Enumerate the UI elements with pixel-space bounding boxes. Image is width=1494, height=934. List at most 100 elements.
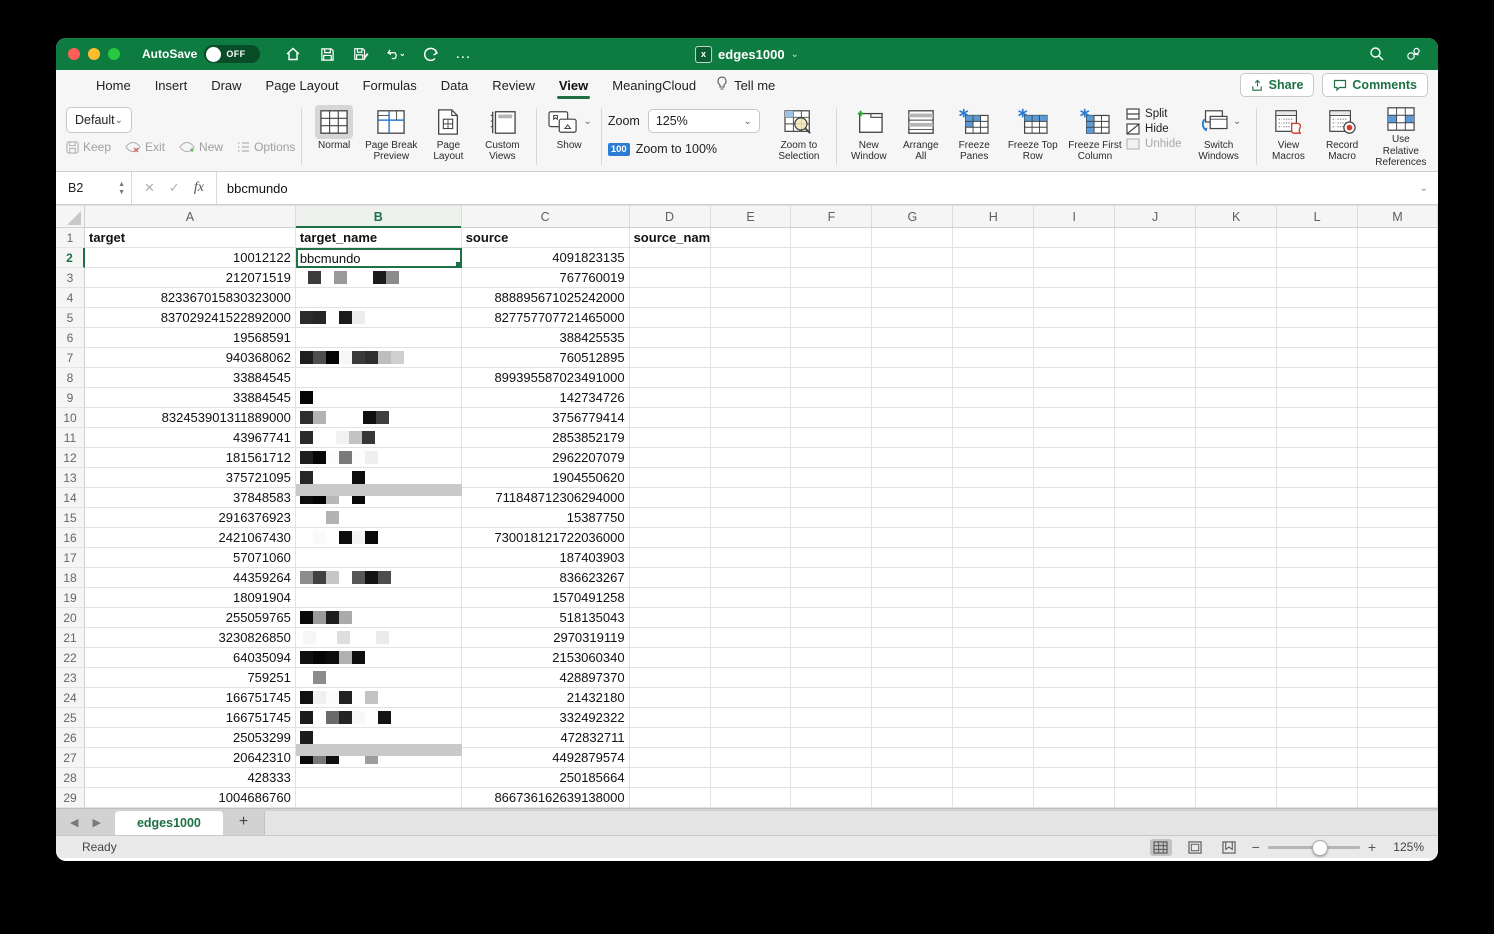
- cell-L1[interactable]: [1277, 228, 1358, 248]
- sheet-nav-left-icon[interactable]: ◀: [70, 816, 78, 829]
- cell-E12[interactable]: [711, 448, 792, 468]
- cell-H19[interactable]: [953, 588, 1034, 608]
- cell-E25[interactable]: [711, 708, 792, 728]
- cell-A12[interactable]: 181561712: [85, 448, 296, 468]
- cell-I14[interactable]: [1034, 488, 1115, 508]
- cell-E22[interactable]: [711, 648, 792, 668]
- undo-icon[interactable]: [386, 45, 404, 63]
- cell-A5[interactable]: 837029241522892000: [85, 308, 296, 328]
- cell-F8[interactable]: [791, 368, 872, 388]
- cell-J2[interactable]: [1115, 248, 1196, 268]
- ribbon-tab-view[interactable]: View: [547, 70, 600, 100]
- cancel-entry-icon[interactable]: ✕: [144, 180, 155, 196]
- minimize-window-button[interactable]: [88, 48, 100, 60]
- row-header-19[interactable]: 19: [56, 588, 85, 608]
- cell-I21[interactable]: [1034, 628, 1115, 648]
- cell-J13[interactable]: [1115, 468, 1196, 488]
- cell-M27[interactable]: [1358, 748, 1438, 768]
- cell-C23[interactable]: 428897370: [462, 668, 630, 688]
- cell-C20[interactable]: 518135043: [462, 608, 630, 628]
- ribbon-tab-insert[interactable]: Insert: [143, 70, 200, 100]
- cell-G24[interactable]: [872, 688, 953, 708]
- cell-D4[interactable]: [630, 288, 711, 308]
- cell-A23[interactable]: 759251: [85, 668, 296, 688]
- cell-A19[interactable]: 18091904: [85, 588, 296, 608]
- row-header-27[interactable]: 27: [56, 748, 85, 768]
- cell-L29[interactable]: [1277, 788, 1358, 808]
- row-header-1[interactable]: 1: [56, 228, 85, 248]
- cell-I27[interactable]: [1034, 748, 1115, 768]
- column-header-E[interactable]: E: [711, 206, 792, 227]
- cell-M5[interactable]: [1358, 308, 1438, 328]
- row-header-28[interactable]: 28: [56, 768, 85, 788]
- row-header-16[interactable]: 16: [56, 528, 85, 548]
- cell-G6[interactable]: [872, 328, 953, 348]
- show-dropdown-button[interactable]: ⌄ Show: [543, 104, 595, 169]
- column-header-K[interactable]: K: [1196, 206, 1277, 227]
- cell-C4[interactable]: 888895671025242000: [462, 288, 630, 308]
- cell-F14[interactable]: [791, 488, 872, 508]
- column-header-J[interactable]: J: [1115, 206, 1196, 227]
- cell-F17[interactable]: [791, 548, 872, 568]
- cell-C17[interactable]: 187403903: [462, 548, 630, 568]
- cell-C12[interactable]: 2962207079: [462, 448, 630, 468]
- cell-G28[interactable]: [872, 768, 953, 788]
- cell-B1[interactable]: target_name: [296, 228, 462, 248]
- cell-H3[interactable]: [953, 268, 1034, 288]
- cell-K19[interactable]: [1196, 588, 1277, 608]
- add-sheet-button[interactable]: +: [223, 809, 264, 835]
- cell-J14[interactable]: [1115, 488, 1196, 508]
- column-header-D[interactable]: D: [630, 206, 711, 227]
- cell-K15[interactable]: [1196, 508, 1277, 528]
- row-header-22[interactable]: 22: [56, 648, 85, 668]
- cell-E2[interactable]: [711, 248, 792, 268]
- cell-C28[interactable]: 250185664: [462, 768, 630, 788]
- cell-H15[interactable]: [953, 508, 1034, 528]
- cell-H9[interactable]: [953, 388, 1034, 408]
- cell-L2[interactable]: [1277, 248, 1358, 268]
- cell-F6[interactable]: [791, 328, 872, 348]
- column-header-I[interactable]: I: [1034, 206, 1115, 227]
- cell-C9[interactable]: 142734726: [462, 388, 630, 408]
- cell-L23[interactable]: [1277, 668, 1358, 688]
- cell-F27[interactable]: [791, 748, 872, 768]
- cell-J1[interactable]: [1115, 228, 1196, 248]
- cell-C25[interactable]: 332492322: [462, 708, 630, 728]
- cell-J19[interactable]: [1115, 588, 1196, 608]
- column-header-C[interactable]: C: [462, 206, 630, 227]
- cell-H10[interactable]: [953, 408, 1034, 428]
- cell-G7[interactable]: [872, 348, 953, 368]
- cell-B4[interactable]: [296, 288, 462, 308]
- cell-L10[interactable]: [1277, 408, 1358, 428]
- cell-L15[interactable]: [1277, 508, 1358, 528]
- insert-function-icon[interactable]: fx: [194, 180, 204, 196]
- cell-E24[interactable]: [711, 688, 792, 708]
- cell-A1[interactable]: target: [85, 228, 296, 248]
- cell-A6[interactable]: 19568591: [85, 328, 296, 348]
- cell-J7[interactable]: [1115, 348, 1196, 368]
- cell-I25[interactable]: [1034, 708, 1115, 728]
- cell-G15[interactable]: [872, 508, 953, 528]
- cell-B28[interactable]: [296, 768, 462, 788]
- cell-F24[interactable]: [791, 688, 872, 708]
- cell-J23[interactable]: [1115, 668, 1196, 688]
- cell-D16[interactable]: [630, 528, 711, 548]
- cell-E4[interactable]: [711, 288, 792, 308]
- cell-M9[interactable]: [1358, 388, 1438, 408]
- cell-I22[interactable]: [1034, 648, 1115, 668]
- cell-M3[interactable]: [1358, 268, 1438, 288]
- cell-L22[interactable]: [1277, 648, 1358, 668]
- cell-D3[interactable]: [630, 268, 711, 288]
- cell-E16[interactable]: [711, 528, 792, 548]
- cell-J29[interactable]: [1115, 788, 1196, 808]
- cell-K23[interactable]: [1196, 668, 1277, 688]
- row-header-25[interactable]: 25: [56, 708, 85, 728]
- cell-F21[interactable]: [791, 628, 872, 648]
- row-header-21[interactable]: 21: [56, 628, 85, 648]
- cell-I13[interactable]: [1034, 468, 1115, 488]
- cell-M6[interactable]: [1358, 328, 1438, 348]
- freeze-first-column-button[interactable]: Freeze First Column: [1064, 104, 1126, 169]
- cell-L9[interactable]: [1277, 388, 1358, 408]
- cell-M8[interactable]: [1358, 368, 1438, 388]
- cell-J20[interactable]: [1115, 608, 1196, 628]
